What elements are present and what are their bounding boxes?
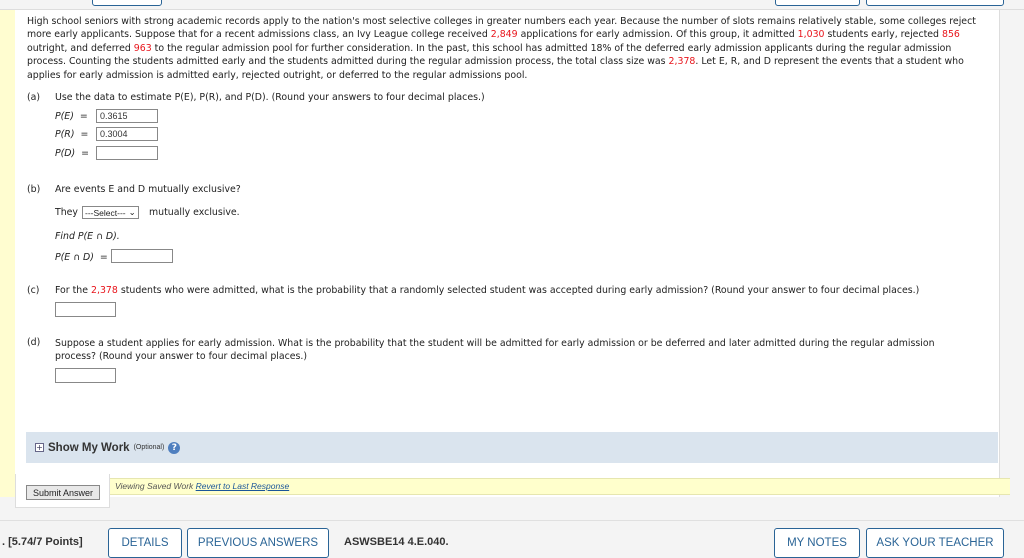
top-strip xyxy=(0,0,1024,10)
submit-area: Submit Answer xyxy=(15,474,110,508)
question-card: High school seniors with strong academic… xyxy=(15,10,1000,497)
mutually-exclusive-select[interactable]: ---Select--- ⌄ xyxy=(82,206,139,219)
top-button-partial[interactable] xyxy=(775,0,860,6)
expand-plus-icon[interactable]: + xyxy=(35,443,44,452)
top-button-partial[interactable] xyxy=(92,0,162,6)
help-icon[interactable]: ? xyxy=(168,441,181,454)
part-d-question: Suppose a student applies for early admi… xyxy=(55,338,935,363)
part-b-question: Are events E and D mutually exclusive? xyxy=(55,184,241,195)
submit-answer-button[interactable]: Submit Answer xyxy=(26,485,100,500)
question-code: ASWSBE14 4.E.040. xyxy=(344,536,449,548)
problem-text: High school seniors with strong academic… xyxy=(27,16,976,81)
ask-teacher-button[interactable]: ASK YOUR TEACHER xyxy=(866,528,1004,558)
pd-input[interactable] xyxy=(96,146,158,160)
saved-work-bar: Viewing Saved Work Revert to Last Respon… xyxy=(110,478,1010,495)
revert-link[interactable]: Revert to Last Response xyxy=(196,481,290,491)
previous-answers-button[interactable]: PREVIOUS ANSWERS xyxy=(187,528,329,558)
top-button-partial[interactable] xyxy=(866,0,1004,6)
next-question-header: . [5.74/7 Points] DETAILS PREVIOUS ANSWE… xyxy=(0,520,1024,558)
part-a-question: Use the data to estimate P(E), P(R), and… xyxy=(55,92,485,103)
points-label: . [5.74/7 Points] xyxy=(2,536,83,548)
my-notes-button[interactable]: MY NOTES xyxy=(774,528,860,558)
pr-input[interactable] xyxy=(96,127,158,141)
part-d-input[interactable] xyxy=(55,368,116,383)
show-my-work-bar[interactable]: + Show My Work (Optional) ? xyxy=(26,432,998,463)
p-e-and-d-input[interactable] xyxy=(111,249,173,263)
part-c-question: For the 2,378 students who were admitted… xyxy=(55,285,920,296)
details-button[interactable]: DETAILS xyxy=(108,528,182,558)
chevron-down-icon: ⌄ xyxy=(128,207,136,217)
pe-input[interactable] xyxy=(96,109,158,123)
part-c-input[interactable] xyxy=(55,302,116,317)
left-status-strip xyxy=(0,10,16,497)
